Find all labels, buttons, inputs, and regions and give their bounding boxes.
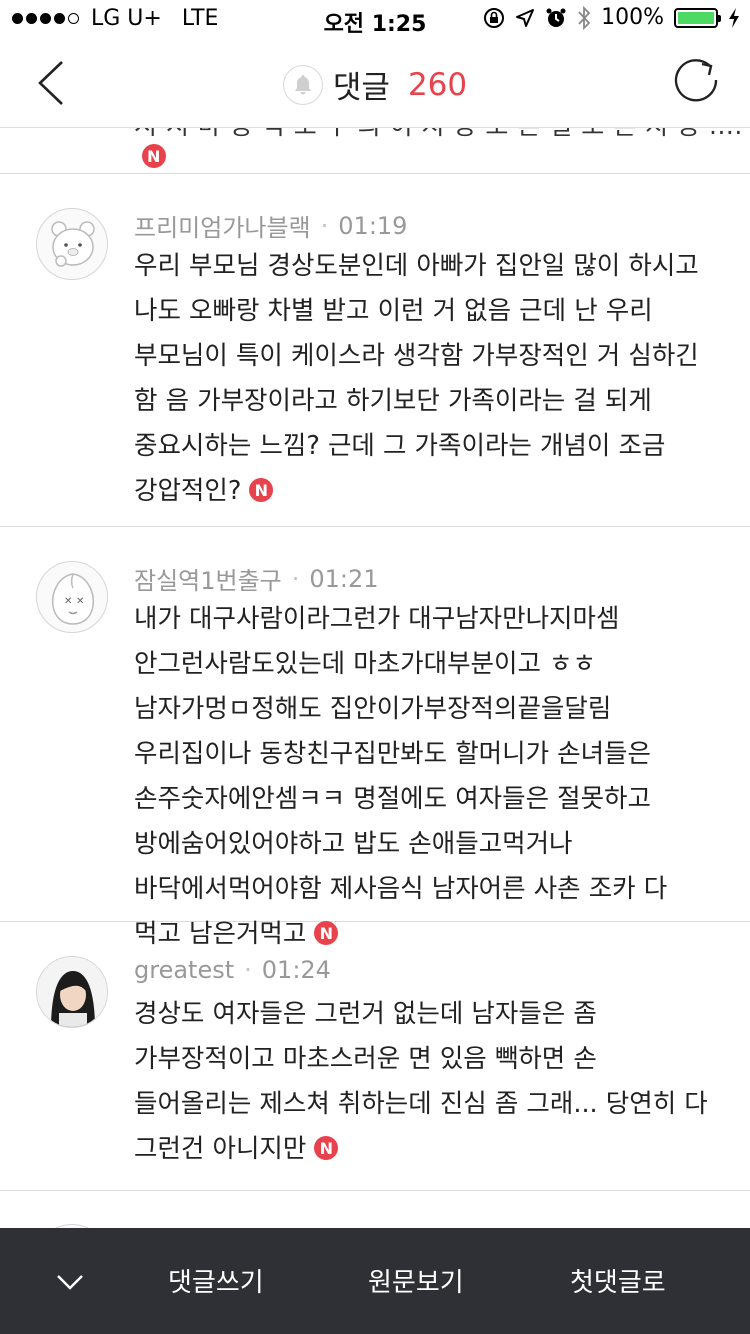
new-badge: N (142, 144, 166, 168)
bell-icon (294, 74, 311, 94)
profile-photo-icon (37, 957, 107, 1027)
collapse-toolbar-button[interactable] (52, 1264, 88, 1300)
comment-item: greatest · 01:24 경상도 여자들은 그런거 없는데 남자들은 좀… (0, 922, 750, 1191)
refresh-button[interactable] (670, 56, 722, 108)
location-arrow-icon (516, 8, 535, 27)
view-original-button[interactable]: 원문보기 (368, 1262, 464, 1299)
charging-icon (729, 7, 739, 28)
page-title: 댓글 260 (0, 62, 750, 107)
author-name[interactable]: greatest (134, 956, 234, 984)
comment-meta: greatest · 01:24 (134, 956, 331, 984)
title-label: 댓글 (332, 70, 390, 106)
bluetooth-icon (578, 5, 591, 30)
author-name[interactable]: 잠실역1번출구 (134, 561, 282, 596)
new-badge: N (249, 478, 274, 502)
svg-text:✕: ✕ (64, 596, 72, 607)
battery-icon (674, 7, 721, 28)
author-name[interactable]: 프리미엄가나블랙 (134, 208, 311, 243)
go-to-first-comment-button[interactable]: 첫댓글로 (570, 1262, 666, 1299)
avatar[interactable]: ✕ ✕ (36, 561, 108, 633)
comment-text: 우리 부모님 경상도분인데 아빠가 집안일 많이 하시고 나도 오빠랑 차별 받… (134, 251, 699, 506)
write-comment-button[interactable]: 댓글쓰기 (168, 1262, 264, 1299)
comment-time: 01:21 (309, 564, 379, 593)
comment-item: ✕ ✕ 잠실역1번출구 · 01:21 내가 대구사람이라그런가 대구남자만나지… (0, 527, 750, 949)
comment-count: 260 (407, 66, 468, 103)
next-comment-peek (0, 1190, 750, 1228)
comment-body: 내가 대구사람이라그런가 대구남자만나지마셈 안그런사람도있는데 마초가대부분이… (134, 597, 720, 957)
bear-character-icon (51, 221, 95, 267)
app-header: 댓글 260 (0, 40, 750, 128)
battery-percent: 100% (601, 5, 664, 30)
svg-text:✕: ✕ (76, 596, 84, 607)
notification-toggle[interactable] (282, 64, 323, 105)
comment-meta: 프리미엄가나블랙 · 01:19 (134, 208, 407, 243)
status-bar: LG U+ LTE 오전 1:25 100% (0, 0, 750, 40)
avatar[interactable] (36, 208, 108, 280)
partial-comment-text: 시 시 마 농 익 소 구 의 이 지 농 오 흔 실 오 흔 지 농 .... (134, 128, 743, 140)
peach-character-icon: ✕ ✕ (51, 573, 95, 625)
avatar[interactable] (36, 956, 108, 1028)
comment-time: 01:19 (338, 211, 408, 240)
alarm-clock-icon (546, 8, 566, 27)
comment-meta: 잠실역1번출구 · 01:21 (134, 561, 379, 596)
new-badge: N (314, 1136, 339, 1160)
bottom-toolbar: 댓글쓰기 원문보기 첫댓글로 (0, 1228, 750, 1334)
comment-text: 내가 대구사람이라그런가 대구남자만나지마셈 안그런사람도있는데 마초가대부분이… (134, 604, 668, 949)
comment-body: 우리 부모님 경상도분인데 아빠가 집안일 많이 하시고 나도 오빠랑 차별 받… (134, 244, 720, 514)
refresh-icon (674, 59, 718, 102)
orientation-lock-icon (484, 7, 505, 28)
comment-body: 경상도 여자들은 그런거 없는데 남자들은 좀 가부장적이고 마초스러운 면 있… (134, 992, 720, 1172)
status-bar-right: 100% (483, 5, 740, 30)
partial-comment: 시 시 마 농 익 소 구 의 이 지 농 오 흔 실 오 흔 지 농 ....… (0, 128, 750, 174)
comment-time: 01:24 (261, 956, 331, 984)
chevron-down-icon (57, 1275, 83, 1290)
comment-item: 프리미엄가나블랙 · 01:19 우리 부모님 경상도분인데 아빠가 집안일 많… (0, 174, 750, 527)
comment-text: 경상도 여자들은 그런거 없는데 남자들은 좀 가부장적이고 마초스러운 면 있… (134, 999, 708, 1164)
